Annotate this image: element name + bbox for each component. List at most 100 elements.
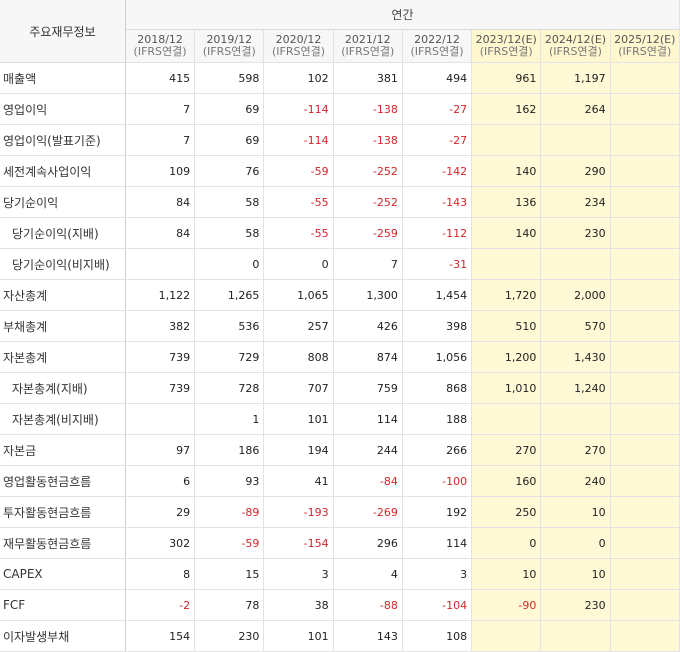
value-cell: -31	[402, 248, 473, 280]
period-basis: (IFRS연결)	[341, 45, 395, 58]
value-cell: -252	[333, 186, 403, 218]
row-label: FCF	[0, 589, 126, 621]
value-cell: 0	[263, 248, 334, 280]
value-cell	[471, 403, 542, 435]
value-cell: 76	[194, 155, 265, 187]
row-label: 당기순이익	[0, 186, 126, 218]
row-label: 부채총계	[0, 310, 126, 342]
value-cell	[610, 589, 680, 621]
value-cell: -114	[263, 124, 334, 156]
value-cell	[540, 620, 611, 652]
value-cell: 1,197	[540, 62, 611, 94]
value-cell	[540, 248, 611, 280]
row-label: CAPEX	[0, 558, 126, 590]
value-cell	[471, 248, 542, 280]
value-cell: 728	[194, 372, 265, 404]
value-cell	[610, 248, 680, 280]
value-cell: 1,056	[402, 341, 473, 373]
value-cell: 108	[402, 620, 473, 652]
table-row: 영업활동현금흐름 6 93 41 -84 -100 160 240	[0, 465, 680, 497]
row-label: 매출액	[0, 62, 126, 94]
row-label: 자본금	[0, 434, 126, 466]
table-row: 재무활동현금흐름 302 -59 -154 296 114 0 0	[0, 527, 680, 559]
value-cell: 230	[540, 217, 611, 249]
value-cell: 290	[540, 155, 611, 187]
table-row: 자본총계(지배) 739 728 707 759 868 1,010 1,240	[0, 372, 680, 404]
value-cell: -55	[263, 186, 334, 218]
value-cell: 1,010	[471, 372, 542, 404]
value-cell: -143	[402, 186, 473, 218]
period-basis: (IFRS연결)	[410, 45, 464, 58]
value-cell: 570	[540, 310, 611, 342]
table-row: 당기순이익(지배) 84 58 -55 -259 -112 140 230	[0, 217, 680, 249]
value-cell: 244	[333, 434, 403, 466]
value-cell	[610, 620, 680, 652]
value-cell: 707	[263, 372, 334, 404]
value-cell: -84	[333, 465, 403, 497]
table-row: 자본총계 739 729 808 874 1,056 1,200 1,430	[0, 341, 680, 373]
value-cell	[610, 465, 680, 497]
value-cell: 136	[471, 186, 542, 218]
annual-header: 연간	[125, 0, 680, 30]
value-cell: -138	[333, 124, 403, 156]
value-cell: -112	[402, 217, 473, 249]
value-cell: 874	[333, 341, 403, 373]
row-label: 당기순이익(지배)	[0, 217, 126, 249]
value-cell: -100	[402, 465, 473, 497]
row-label: 세전계속사업이익	[0, 155, 126, 187]
value-cell: -269	[333, 496, 403, 528]
row-label: 자본총계	[0, 341, 126, 373]
value-cell: 415	[125, 62, 196, 94]
value-cell: 186	[194, 434, 265, 466]
value-cell	[610, 93, 680, 125]
value-cell: 494	[402, 62, 473, 94]
table-row: FCF -2 78 38 -88 -104 -90 230	[0, 589, 680, 621]
value-cell: 1,430	[540, 341, 611, 373]
value-cell	[610, 62, 680, 94]
value-cell: 0	[471, 527, 542, 559]
period-header: 2018/12 (IFRS연결)	[125, 29, 196, 63]
value-cell	[610, 403, 680, 435]
table-row: 영업이익(발표기준) 7 69 -114 -138 -27	[0, 124, 680, 156]
value-cell: 84	[125, 186, 196, 218]
value-cell	[610, 527, 680, 559]
value-cell: -154	[263, 527, 334, 559]
value-cell: -27	[402, 93, 473, 125]
table-row: 자본총계(비지배) 1 101 114 188	[0, 403, 680, 435]
value-cell: 1,454	[402, 279, 473, 311]
value-cell: 264	[540, 93, 611, 125]
value-cell	[610, 217, 680, 249]
value-cell: 38	[263, 589, 334, 621]
value-cell: 250	[471, 496, 542, 528]
value-cell: -142	[402, 155, 473, 187]
value-cell: -193	[263, 496, 334, 528]
value-cell	[610, 155, 680, 187]
table-row: CAPEX 8 15 3 4 3 10 10	[0, 558, 680, 590]
value-cell: 868	[402, 372, 473, 404]
table-row: 자산총계 1,122 1,265 1,065 1,300 1,454 1,720 2,000	[0, 279, 680, 311]
value-cell	[610, 496, 680, 528]
value-cell: 296	[333, 527, 403, 559]
value-cell: 270	[540, 434, 611, 466]
value-cell	[610, 279, 680, 311]
period-basis: (IFRS연결)	[618, 45, 672, 58]
value-cell: 729	[194, 341, 265, 373]
value-cell: 84	[125, 217, 196, 249]
value-cell: 10	[540, 558, 611, 590]
value-cell	[610, 434, 680, 466]
value-cell: -88	[333, 589, 403, 621]
value-cell: 192	[402, 496, 473, 528]
value-cell: 1,122	[125, 279, 196, 311]
value-cell	[610, 372, 680, 404]
value-cell: -104	[402, 589, 473, 621]
value-cell: 140	[471, 217, 542, 249]
value-cell: 1	[194, 403, 265, 435]
row-label: 자본총계(지배)	[0, 372, 126, 404]
row-label: 재무활동현금흐름	[0, 527, 126, 559]
value-cell: 101	[263, 620, 334, 652]
value-cell: 3	[263, 558, 334, 590]
value-cell: 93	[194, 465, 265, 497]
value-cell: 598	[194, 62, 265, 94]
period-header: 2021/12 (IFRS연결)	[333, 29, 403, 63]
value-cell: 8	[125, 558, 196, 590]
